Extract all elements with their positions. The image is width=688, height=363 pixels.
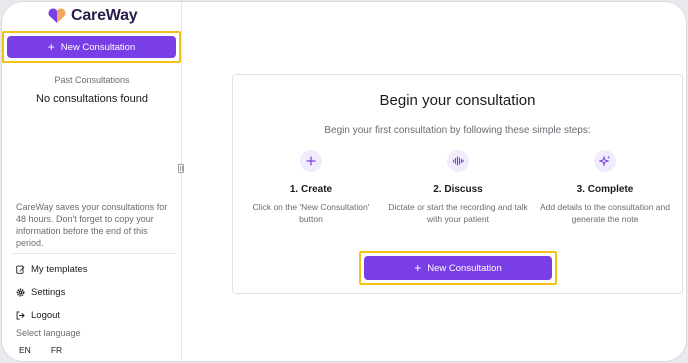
- sidebar: CareWay + New Consultation Past Consulta…: [2, 2, 182, 361]
- new-consultation-label: New Consultation: [60, 41, 136, 53]
- sidebar-resize-handle[interactable]: [178, 164, 184, 173]
- card-new-consultation-highlight: + New Consultation: [359, 251, 557, 285]
- step-discuss: 2. Discuss Dictate or start the recordin…: [383, 150, 533, 225]
- gear-icon: [16, 288, 25, 297]
- plus-icon: [300, 150, 322, 172]
- language-label: Select language: [16, 328, 81, 338]
- plus-icon: +: [414, 261, 422, 275]
- empty-consultations-text: No consultations found: [36, 93, 148, 105]
- new-consultation-button[interactable]: + New Consultation: [7, 36, 176, 58]
- step-description: Add details to the consultation and gene…: [540, 202, 670, 224]
- step-title: 1. Create: [289, 184, 333, 195]
- page-subtitle: Begin your first consultation by followi…: [324, 125, 591, 136]
- onboarding-card: Begin your consultation Begin your first…: [232, 74, 683, 294]
- sparkle-icon: [594, 150, 616, 172]
- language-option-fr[interactable]: FR: [48, 345, 65, 355]
- card-new-consultation-button[interactable]: + New Consultation: [364, 256, 552, 280]
- sidebar-item-label: Logout: [31, 310, 61, 321]
- audio-wave-icon: [447, 150, 469, 172]
- past-consultations-heading: Past Consultations: [54, 75, 130, 85]
- sidebar-item-templates[interactable]: My templates: [16, 264, 88, 275]
- sidebar-item-label: My templates: [31, 264, 88, 275]
- step-title: 3. Complete: [576, 184, 634, 195]
- sidebar-item-logout[interactable]: Logout: [16, 310, 60, 321]
- language-selector: EN FR: [16, 345, 65, 355]
- page-title: Begin your consultation: [379, 92, 536, 109]
- sidebar-item-label: Settings: [31, 287, 66, 298]
- card-new-consultation-label: New Consultation: [427, 262, 502, 274]
- sidebar-item-settings[interactable]: Settings: [16, 287, 65, 298]
- language-option-en[interactable]: EN: [16, 345, 34, 355]
- app-window: CareWay + New Consultation Past Consulta…: [1, 1, 687, 362]
- template-edit-icon: [16, 265, 25, 274]
- step-create: 1. Create Click on the 'New Consultation…: [236, 150, 386, 225]
- step-description: Dictate or start the recording and talk …: [388, 202, 528, 224]
- brand-name: CareWay: [71, 7, 138, 24]
- sidebar-divider: [12, 253, 176, 254]
- step-description: Click on the 'New Consultation' button: [252, 202, 370, 224]
- heart-logo-icon: [48, 8, 66, 23]
- brand-logo: CareWay: [47, 7, 138, 25]
- step-title: 2. Discuss: [433, 184, 483, 195]
- retention-notice: CareWay saves your consultations for 48 …: [16, 202, 168, 248]
- plus-icon: +: [47, 40, 55, 54]
- step-complete: 3. Complete Add details to the consultat…: [530, 150, 680, 225]
- logout-icon: [16, 311, 25, 320]
- new-consultation-highlight: + New Consultation: [2, 31, 181, 63]
